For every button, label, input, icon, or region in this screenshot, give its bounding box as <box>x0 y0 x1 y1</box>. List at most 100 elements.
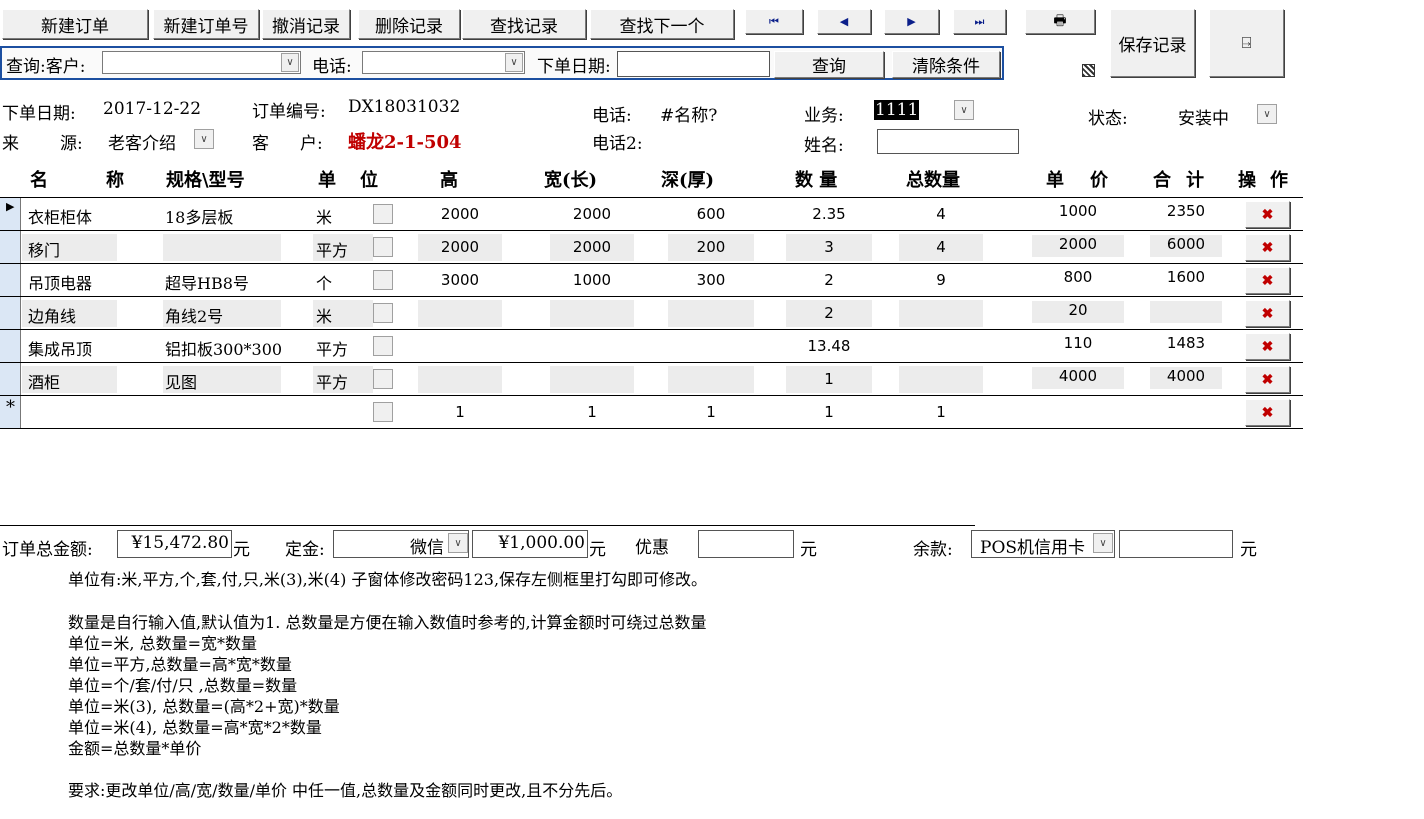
source-value[interactable]: 老客介绍 <box>108 129 176 154</box>
item-height[interactable]: 2000 <box>418 205 502 223</box>
find-record-button[interactable]: 查找记录 <box>462 9 586 39</box>
deposit-value[interactable]: ¥1,000.00 <box>472 530 588 558</box>
item-price[interactable]: 4000 <box>1032 367 1124 389</box>
chevron-down-icon[interactable] <box>373 237 393 257</box>
item-depth[interactable]: 1 <box>668 403 754 421</box>
chevron-down-icon[interactable] <box>373 336 393 356</box>
item-unit[interactable]: 平方 <box>316 237 348 261</box>
chevron-down-icon[interactable]: ∨ <box>281 53 299 72</box>
item-price[interactable]: 20 <box>1032 301 1124 323</box>
item-name[interactable]: 移门 <box>28 237 60 261</box>
order-number-value[interactable]: DX18031032 <box>348 97 460 117</box>
name-input[interactable] <box>877 129 1019 154</box>
item-qty[interactable]: 1 <box>786 370 872 388</box>
item-total[interactable]: 9 <box>899 271 983 289</box>
item-depth[interactable]: 600 <box>668 205 754 223</box>
row-selector[interactable] <box>0 231 21 263</box>
delete-row-icon[interactable]: ✖ <box>1245 366 1290 393</box>
item-spec[interactable]: 见图 <box>165 369 281 393</box>
item-qty[interactable]: 2 <box>786 271 872 289</box>
clear-conditions-button[interactable]: 清除条件 <box>892 51 1000 78</box>
item-name[interactable]: 衣柜柜体 <box>28 204 92 228</box>
discount-input[interactable] <box>698 530 794 558</box>
query-date-input[interactable] <box>617 51 770 77</box>
new-order-button[interactable]: 新建订单 <box>2 9 148 39</box>
row-selector[interactable] <box>0 264 21 296</box>
item-width[interactable]: 1000 <box>550 271 634 289</box>
item-height[interactable]: 3000 <box>418 271 502 289</box>
item-name[interactable]: 边角线 <box>28 303 76 327</box>
row-selector[interactable] <box>0 330 21 362</box>
delete-row-icon[interactable]: ✖ <box>1245 234 1290 261</box>
item-price[interactable]: 2000 <box>1032 235 1124 257</box>
item-qty[interactable]: 13.48 <box>786 337 872 355</box>
item-name[interactable]: 酒柜 <box>28 369 60 393</box>
item-qty[interactable]: 1 <box>786 403 872 421</box>
customer-value[interactable]: 蟠龙2-1-504 <box>348 128 462 154</box>
print-icon[interactable]: 🖶 <box>1025 9 1095 34</box>
chevron-down-icon[interactable]: ∨ <box>505 53 523 72</box>
item-unit[interactable]: 个 <box>316 270 332 294</box>
chevron-down-icon[interactable]: ∨ <box>448 533 468 553</box>
item-unit[interactable]: 米 <box>316 204 332 228</box>
chevron-down-icon[interactable] <box>373 204 393 224</box>
first-record-icon[interactable]: ⏮ <box>745 9 803 34</box>
item-qty[interactable]: 2.35 <box>786 205 872 223</box>
undo-record-button[interactable]: 撤消记录 <box>262 9 350 39</box>
item-unit[interactable]: 米 <box>316 303 332 327</box>
item-price[interactable]: 110 <box>1032 334 1124 356</box>
item-name[interactable]: 吊顶电器 <box>28 270 92 294</box>
exit-icon[interactable]: ⍈ <box>1209 9 1284 77</box>
save-record-button[interactable]: 保存记录 <box>1110 9 1195 77</box>
delete-row-icon[interactable]: ✖ <box>1245 267 1290 294</box>
item-spec[interactable]: 铝扣板300*300 <box>165 336 281 360</box>
item-spec[interactable]: 超导HB8号 <box>165 270 281 294</box>
find-next-button[interactable]: 查找下一个 <box>590 9 734 39</box>
delete-row-icon[interactable]: ✖ <box>1245 333 1290 360</box>
item-sum[interactable]: 1600 <box>1150 268 1222 290</box>
chevron-down-icon[interactable]: ∨ <box>194 129 214 149</box>
row-selector[interactable] <box>0 297 21 329</box>
chevron-down-icon[interactable] <box>373 402 393 422</box>
item-spec[interactable]: 角线2号 <box>165 303 281 327</box>
item-name[interactable]: 集成吊顶 <box>28 336 92 360</box>
item-width[interactable]: 2000 <box>550 205 634 223</box>
item-qty[interactable]: 2 <box>786 304 872 322</box>
item-price[interactable]: 800 <box>1032 268 1124 290</box>
delete-row-icon[interactable]: ✖ <box>1245 399 1290 426</box>
row-selector[interactable] <box>0 363 21 395</box>
chevron-down-icon[interactable] <box>373 270 393 290</box>
order-total-value[interactable]: ¥15,472.80 <box>117 530 232 558</box>
chevron-down-icon[interactable]: ∨ <box>1093 533 1113 553</box>
query-customer-select[interactable]: ∨ <box>102 51 301 74</box>
new-order-number-button[interactable]: 新建订单号 <box>153 9 259 39</box>
item-sum[interactable]: 6000 <box>1150 235 1222 257</box>
record-checkbox[interactable] <box>1082 64 1095 77</box>
status-value[interactable]: 安装中 <box>1178 104 1229 129</box>
order-date-value[interactable]: 2017-12-22 <box>103 99 201 119</box>
delete-row-icon[interactable]: ✖ <box>1245 300 1290 327</box>
item-total[interactable]: 1 <box>899 403 983 421</box>
query-phone-select[interactable]: ∨ <box>362 51 525 74</box>
item-height[interactable]: 2000 <box>418 238 502 256</box>
chevron-down-icon[interactable] <box>373 303 393 323</box>
balance-input[interactable] <box>1119 530 1233 558</box>
item-depth[interactable]: 200 <box>668 238 754 256</box>
prev-record-icon[interactable]: ◀ <box>817 9 871 34</box>
item-sum[interactable]: 1483 <box>1150 334 1222 356</box>
chevron-down-icon[interactable]: ∨ <box>954 100 974 120</box>
sales-value[interactable]: 1111 <box>874 100 920 120</box>
item-sum[interactable] <box>1150 301 1222 323</box>
chevron-down-icon[interactable] <box>373 369 393 389</box>
item-total[interactable]: 4 <box>899 205 983 223</box>
chevron-down-icon[interactable]: ∨ <box>1257 104 1277 124</box>
last-record-icon[interactable]: ⏭ <box>953 9 1006 34</box>
item-price[interactable]: 1000 <box>1032 202 1124 224</box>
item-height[interactable]: 1 <box>418 403 502 421</box>
query-button[interactable]: 查询 <box>774 51 884 78</box>
item-width[interactable]: 2000 <box>550 238 634 256</box>
item-total[interactable]: 4 <box>899 238 983 256</box>
item-unit[interactable]: 平方 <box>316 369 348 393</box>
item-unit[interactable]: 平方 <box>316 336 348 360</box>
next-record-icon[interactable]: ▶ <box>884 9 939 34</box>
